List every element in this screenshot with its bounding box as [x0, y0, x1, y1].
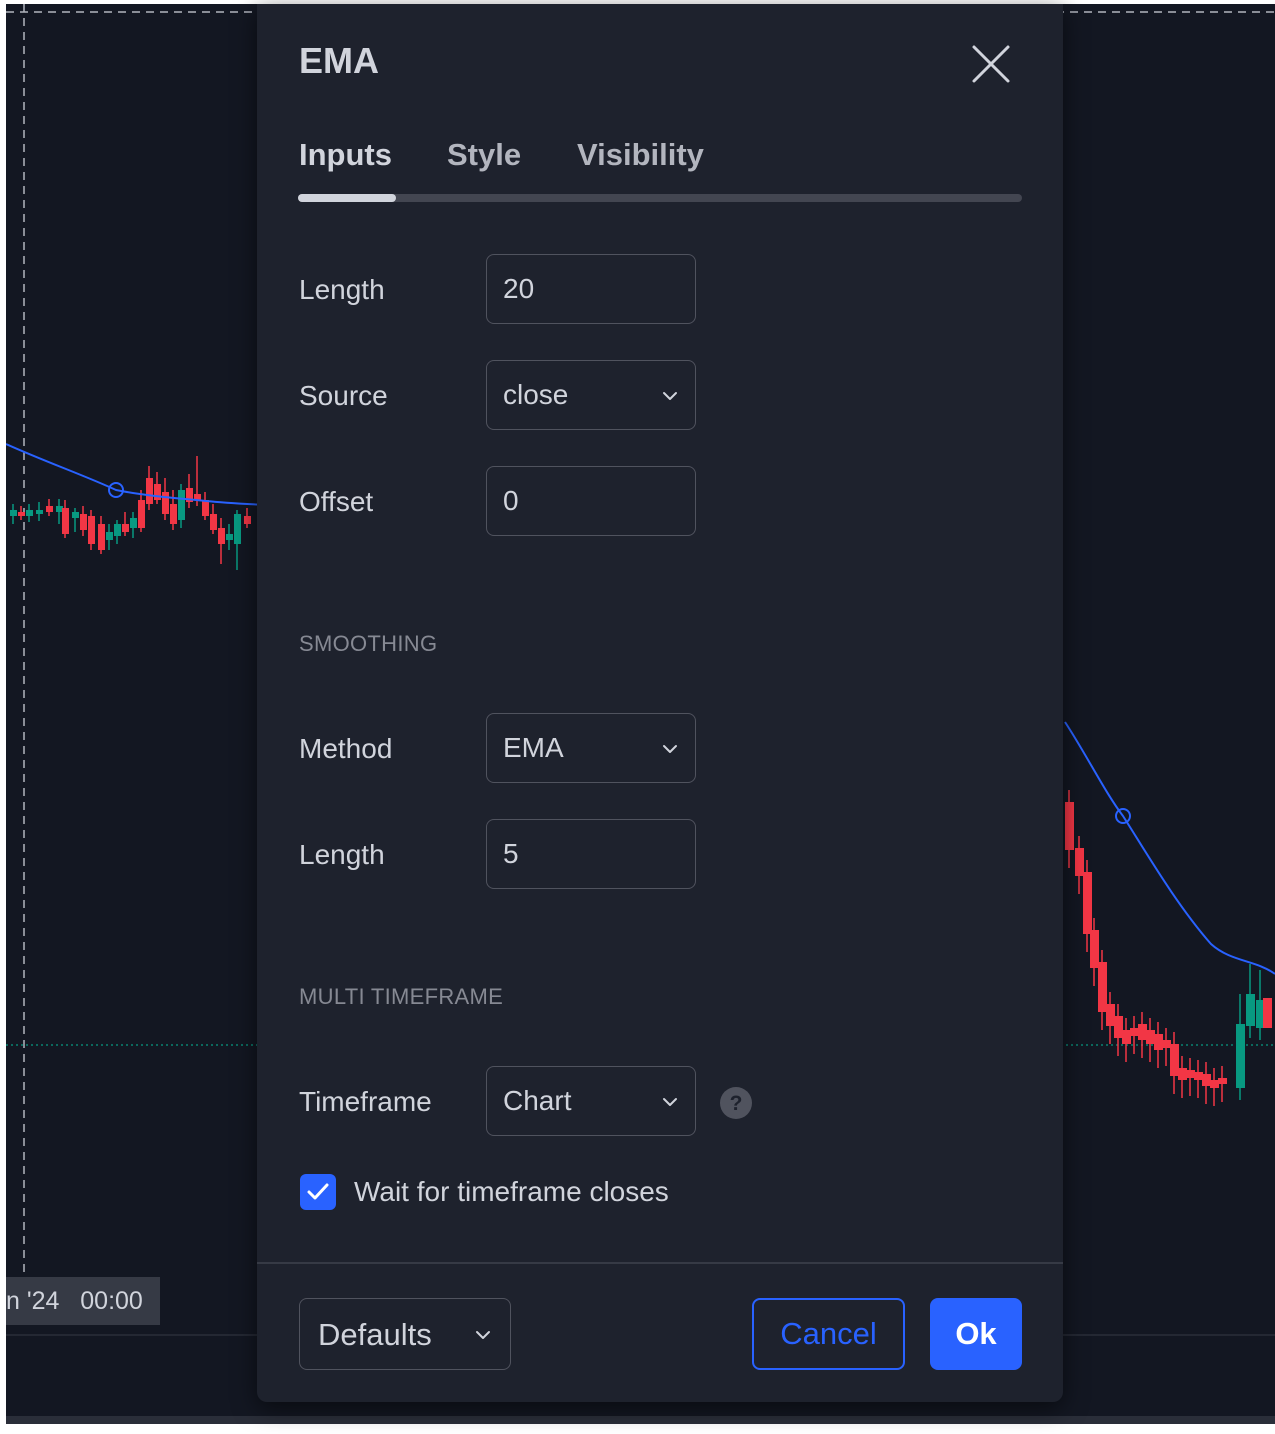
length-input[interactable]: [503, 273, 673, 305]
offset-field[interactable]: [486, 466, 696, 536]
offset-label: Offset: [299, 486, 374, 517]
smoothing-section-header: SMOOTHING: [299, 631, 438, 656]
wait-for-timeframe-checkbox[interactable]: [300, 1174, 336, 1210]
candle-body: [18, 512, 25, 516]
candle-body: [1114, 1016, 1123, 1038]
smoothing-length-input[interactable]: [503, 838, 673, 870]
close-button[interactable]: [969, 42, 1013, 86]
candle-body: [1218, 1078, 1227, 1084]
tab-visibility[interactable]: Visibility: [577, 137, 704, 173]
tab-style[interactable]: Style: [447, 137, 521, 173]
chevron-down-icon: [663, 1098, 677, 1106]
cancel-button[interactable]: Cancel: [752, 1298, 905, 1370]
candle-body: [244, 516, 251, 524]
candle-body: [1170, 1044, 1179, 1076]
svg-text:?: ?: [730, 1092, 743, 1115]
candle-body: [1138, 1024, 1147, 1040]
length-label: Length: [299, 274, 385, 305]
candle-body: [146, 478, 153, 504]
offset-input[interactable]: [503, 485, 673, 517]
method-select[interactable]: EMA: [486, 713, 696, 783]
candle-body: [1263, 998, 1272, 1028]
wait-for-timeframe-label[interactable]: Wait for timeframe closes: [354, 1176, 669, 1208]
candle-body: [10, 510, 17, 516]
candle-body: [1098, 962, 1107, 1012]
candle-body: [46, 506, 53, 512]
candle-body: [1162, 1040, 1171, 1048]
timeframe-select[interactable]: Chart: [486, 1066, 696, 1136]
tab-inputs[interactable]: Inputs: [299, 137, 392, 173]
candle-body: [1194, 1072, 1203, 1080]
candle-body: [1210, 1080, 1219, 1088]
candle-body: [218, 528, 225, 544]
candle-body: [1146, 1030, 1155, 1044]
candle-body: [130, 518, 137, 528]
dialog-title: EMA: [299, 40, 379, 81]
candle-body: [26, 510, 33, 516]
source-select-value: close: [503, 379, 569, 410]
smoothing-length-label: Length: [299, 839, 385, 870]
candle-body: [1122, 1030, 1131, 1044]
method-label: Method: [299, 733, 393, 764]
method-select-value: EMA: [503, 732, 564, 763]
multi-timeframe-section-header: MULTI TIMEFRAME: [299, 984, 504, 1009]
indicator-settings-dialog: EMA Inputs Style Visibility Length Sourc…: [257, 4, 1063, 1402]
candle-body: [234, 514, 241, 544]
candle-body: [162, 492, 169, 514]
candle-body: [1178, 1068, 1187, 1080]
candle-body: [106, 532, 113, 540]
time-axis-scrollbar[interactable]: [6, 1416, 1275, 1424]
candle-body: [210, 514, 217, 530]
defaults-dropdown-button[interactable]: Defaults: [299, 1298, 511, 1370]
close-icon: [972, 45, 1010, 83]
ema-line-left: [6, 443, 267, 506]
length-field[interactable]: [486, 254, 696, 324]
crosshair-time-label: n '24 00:00: [6, 1277, 160, 1325]
candle-body: [1090, 930, 1099, 968]
candle-body: [170, 504, 177, 524]
candle-body: [72, 512, 79, 518]
candle-body: [1186, 1070, 1195, 1078]
timeframe-select-value: Chart: [503, 1085, 572, 1116]
candle-body: [1130, 1028, 1139, 1036]
candle-body: [1083, 872, 1092, 934]
defaults-label: Defaults: [318, 1317, 432, 1352]
candle-body: [114, 524, 121, 536]
chevron-down-icon: [663, 745, 677, 753]
candle-body: [1154, 1034, 1163, 1050]
candle-body: [1075, 848, 1084, 876]
checkmark-icon: [307, 1183, 329, 1200]
candle-body: [1202, 1074, 1211, 1086]
footer-divider: [257, 1262, 1063, 1264]
active-tab-indicator: [298, 194, 396, 202]
candle-body: [98, 524, 105, 550]
candle-body: [178, 490, 185, 520]
candle-body: [122, 524, 129, 532]
candle-body: [138, 500, 145, 528]
candle-body: [226, 534, 233, 540]
ok-button[interactable]: Ok: [930, 1298, 1022, 1370]
candle-body: [154, 484, 161, 500]
source-label: Source: [299, 380, 388, 411]
smoothing-length-field[interactable]: [486, 819, 696, 889]
timeframe-label: Timeframe: [299, 1086, 432, 1117]
candle-body: [1236, 1024, 1245, 1088]
candle-body: [62, 508, 69, 534]
candle-body: [1246, 994, 1255, 1026]
candle-body: [56, 506, 63, 512]
candle-body: [88, 516, 95, 544]
tab-track: [298, 194, 1022, 202]
candle-body: [1065, 802, 1074, 850]
chevron-down-icon: [476, 1331, 490, 1339]
chevron-down-icon: [663, 392, 677, 400]
candle-body: [80, 514, 87, 530]
question-icon[interactable]: ?: [719, 1086, 753, 1120]
candle-body: [202, 500, 209, 516]
candle-body: [36, 510, 43, 514]
source-select[interactable]: close: [486, 360, 696, 430]
candle-body: [1106, 1004, 1115, 1026]
